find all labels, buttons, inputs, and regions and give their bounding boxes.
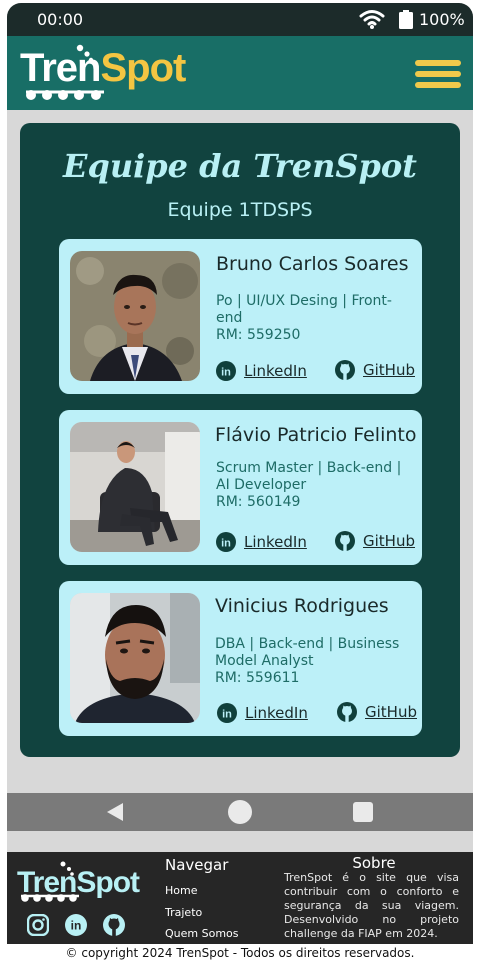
back-button[interactable]: [107, 803, 123, 821]
linkedin-icon: in: [216, 361, 236, 381]
app-frame: 00:00 100% TrenSpot Equipe da TrenSpot E…: [7, 3, 473, 944]
status-bar: 00:00 100%: [7, 3, 473, 36]
footer-about-text: TrenSpot é o site que visa contribuir co…: [284, 871, 459, 940]
member-role: Scrum Master | Back-end | AI Developer: [216, 460, 402, 493]
github-link[interactable]: GitHub: [337, 702, 417, 722]
linkedin-icon: in: [217, 703, 237, 723]
member-role: DBA | Back-end | Business Model Analyst: [215, 636, 400, 669]
member-name: Bruno Carlos Soares: [216, 253, 409, 275]
battery-icon: [399, 10, 413, 29]
github-link[interactable]: GitHub: [335, 531, 415, 551]
footer-nav-title: Navegar: [165, 856, 229, 874]
github-icon: [335, 531, 355, 551]
member-card: Flávio Patricio Felinto Scrum Master | B…: [59, 410, 422, 565]
android-nav-bar: [7, 793, 473, 831]
member-photo: [70, 422, 200, 552]
team-title: Equipe da TrenSpot: [63, 147, 417, 185]
copyright-text: © copyright 2024 TrenSpot - Todos os dir…: [65, 946, 415, 960]
menu-bar-icon: [415, 82, 461, 88]
svg-text:in: in: [222, 709, 232, 721]
site-footer: TrenSpot in Navegar Home Trajeto Quem So…: [7, 852, 473, 944]
home-button[interactable]: [228, 800, 252, 824]
status-time: 00:00: [37, 10, 84, 29]
recent-apps-button[interactable]: [353, 802, 373, 822]
footer-logo-text: TrenSpot: [17, 866, 140, 899]
footer-about-title: Sobre: [352, 854, 396, 872]
menu-bar-icon: [415, 60, 461, 66]
team-section: Equipe da TrenSpot Equipe 1TDSPS Bruno C…: [20, 123, 460, 757]
footer-link-home[interactable]: Home: [165, 884, 197, 897]
hamburger-menu-button[interactable]: [415, 60, 461, 90]
member-role: Po | UI/UX Desing | Front-end: [216, 293, 392, 326]
github-icon: [335, 360, 355, 380]
battery-percent: 100%: [419, 10, 465, 29]
member-card: Vinicius Rodrigues DBA | Back-end | Busi…: [59, 581, 422, 736]
member-rm: RM: 560149: [216, 494, 301, 510]
member-name: Vinicius Rodrigues: [215, 595, 389, 617]
member-card: Bruno Carlos Soares Po | UI/UX Desing | …: [59, 239, 422, 394]
linkedin-link[interactable]: in LinkedIn: [217, 703, 308, 723]
member-photo: [70, 593, 200, 723]
footer-link-trajeto[interactable]: Trajeto: [165, 906, 202, 919]
phone-screen: 00:00 100% TrenSpot Equipe da TrenSpot E…: [0, 0, 480, 975]
top-navbar: TrenSpot: [7, 36, 473, 110]
instagram-icon[interactable]: [27, 914, 49, 936]
member-name: Flávio Patricio Felinto: [215, 424, 417, 446]
member-photo: [70, 251, 200, 381]
github-link[interactable]: GitHub: [335, 360, 415, 380]
svg-text:in: in: [221, 367, 231, 379]
team-subtitle: Equipe 1TDSPS: [167, 199, 313, 221]
github-icon[interactable]: [103, 914, 125, 936]
logo-text: TrenSpot: [20, 46, 186, 90]
footer-logo[interactable]: TrenSpot: [17, 860, 147, 904]
wifi-icon: [359, 10, 385, 29]
linkedin-link[interactable]: in LinkedIn: [216, 361, 307, 381]
svg-text:in: in: [221, 538, 231, 550]
member-rm: RM: 559250: [216, 327, 301, 343]
footer-link-quem-somos[interactable]: Quem Somos: [165, 927, 239, 940]
svg-text:in: in: [71, 919, 82, 933]
linkedin-icon: in: [216, 532, 236, 552]
github-icon: [337, 702, 357, 722]
member-rm: RM: 559611: [215, 670, 300, 686]
linkedin-link[interactable]: in LinkedIn: [216, 532, 307, 552]
linkedin-icon[interactable]: in: [65, 914, 87, 936]
trenspot-logo[interactable]: TrenSpot: [20, 42, 195, 102]
menu-bar-icon: [415, 71, 461, 77]
